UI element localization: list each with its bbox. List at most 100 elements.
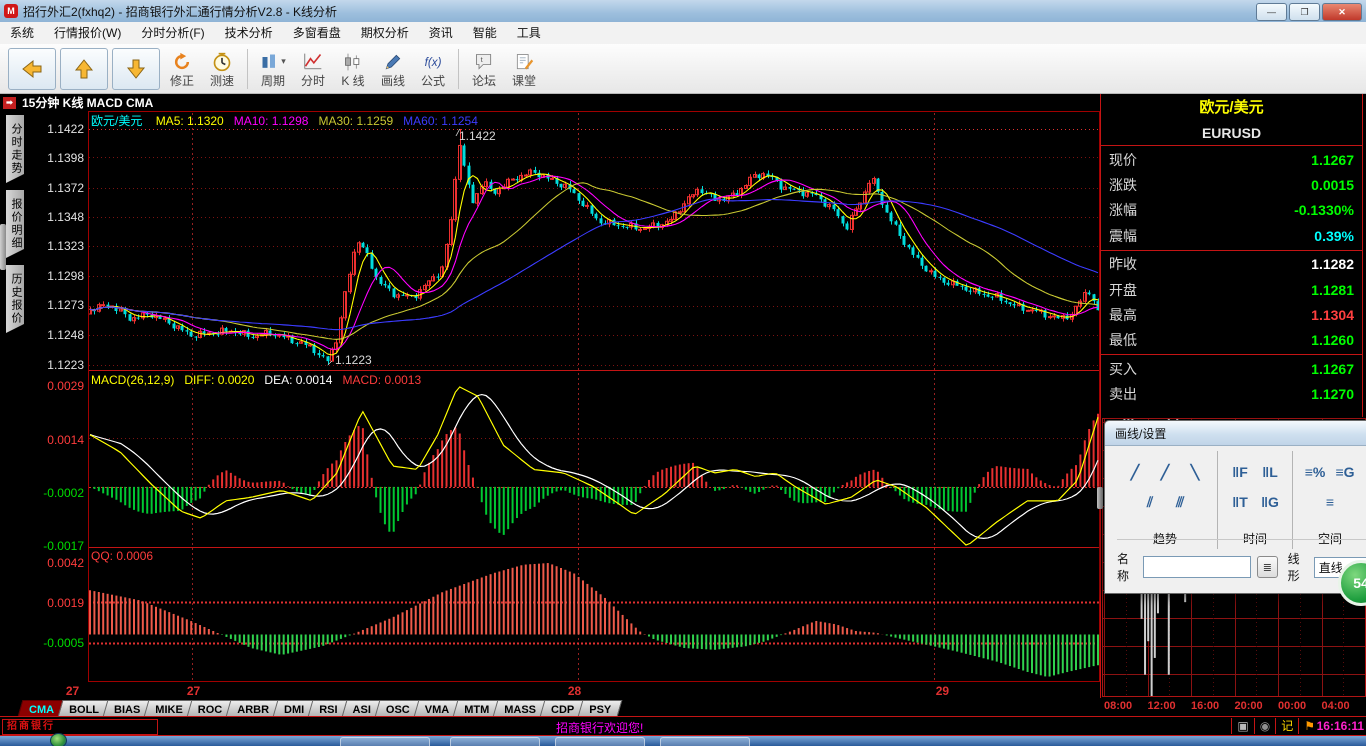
vbar-l-icon[interactable]: ‖L [1257,459,1283,485]
taskbar-button-1[interactable] [340,737,430,746]
toolbar-button-drawline[interactable]: 画线 [374,46,412,92]
note-icon[interactable]: 记 [1275,718,1298,734]
hline-g-icon[interactable]: ≡G [1332,459,1358,485]
hlines-icon[interactable]: ≡ [1317,489,1343,515]
clock-icon [212,50,232,74]
line-dot-icon[interactable]: ╱ [1152,459,1178,485]
toolbar-button-speed[interactable]: 测速 [203,46,241,92]
start-button[interactable] [50,733,67,746]
quote-row-3: 涨幅 -0.1330% [1101,198,1362,223]
toolbar-button-back[interactable] [8,47,56,90]
toolbar-button-down[interactable] [112,47,160,90]
quote-label: 涨跌 [1109,177,1137,194]
toolbar-button-label: K 线 [341,73,365,88]
window-title: 招行外汇2(fxhq2) - 招商银行外汇通行情分析V2.8 - K线分析 [23,4,338,19]
date-label-3: 28 [567,684,582,698]
menu-item-9[interactable]: 工具 [507,22,551,44]
menu-item-5[interactable]: 多窗看盘 [283,22,351,44]
tool-group-3: ≡% ≡G ≡ 空间 [1293,451,1366,549]
macd-legend-part-1: MACD(26,12,9) [91,373,175,387]
menu-item-7[interactable]: 资讯 [419,22,463,44]
toolbar-button-up[interactable] [60,47,108,90]
macd-legend-part-2: DIFF: 0.0020 [184,373,255,387]
indicator-tab-osc[interactable]: OSC [377,700,419,717]
indicator-tab-roc[interactable]: ROC [189,700,231,717]
hline-pct-icon[interactable]: ≡% [1302,459,1328,485]
taskbar-button-3[interactable] [555,737,645,746]
arrow-up-icon [72,57,96,81]
vbar-g-icon[interactable]: ‖G [1257,489,1283,515]
restore-button[interactable]: ❐ [1289,3,1320,21]
status-bar: 招商银行 招商银行欢迎您! ▣ ◉ 记 ⚑ 16:16:11 [0,716,1366,736]
macd-axis-label: -0.0002 [43,486,84,500]
quote-row-4: 震幅 0.39% [1101,223,1362,248]
indicator-tab-mtm[interactable]: MTM [455,700,498,717]
ma-legend-1: MA5: 1.1320 [155,114,224,128]
vbar-f-icon[interactable]: ‖F [1227,459,1253,485]
dialog-titlebar[interactable]: 画线/设置 [1105,421,1366,446]
menu-item-6[interactable]: 期权分析 [351,22,419,44]
quote-label: 最低 [1109,332,1137,349]
indicator-tab-arbr[interactable]: ARBR [228,700,278,717]
toolbar-button-forum[interactable]: t 论坛 [465,46,503,92]
toolbar-button-kline[interactable]: K 线 [334,46,372,92]
parallel3-icon[interactable]: ⫻ [1167,489,1193,515]
quote-value: 1.1267 [1311,151,1354,168]
menu-item-4[interactable]: 技术分析 [215,22,283,44]
line-seg-icon[interactable]: ╲ [1182,459,1208,485]
macd-legend-part-4: MACD: 0.0013 [342,373,422,387]
shape-name-input[interactable] [1143,556,1252,578]
price-axis-label: 1.1248 [47,328,84,342]
toolbar-button-minute[interactable]: 分时 [294,46,332,92]
toolbar-button-label: 测速 [209,73,234,88]
pencil-icon [383,50,403,74]
right-splitter-handle[interactable] [1097,487,1103,509]
clipboard-list-button[interactable]: ≣ [1257,556,1278,578]
toolbar-separator [458,48,459,89]
toolbar-button-label: 分时 [300,73,325,88]
indicator-tab-psy[interactable]: PSY [580,700,620,717]
indicator-tab-boll[interactable]: BOLL [60,700,108,717]
line-icon[interactable]: ╱ [1122,459,1148,485]
indicator-tab-mike[interactable]: MIKE [146,700,192,717]
taskbar-button-2[interactable] [450,737,540,746]
undo-icon [172,50,192,74]
price-axis-label: 1.1223 [47,358,84,372]
toolbar-button-formula[interactable]: f(x) 公式 [414,46,452,92]
menu-item-2[interactable]: 行情报价(W) [44,22,131,44]
dropdown-arrow-icon: ▾ [281,56,286,66]
parallel2-icon[interactable]: ⫽ [1137,489,1163,515]
main-chart-legend: 欧元/美元 MA5: 1.1320 MA10: 1.1298 MA30: 1.125… [91,112,488,129]
clock-time: 16:16:11 [1316,719,1364,733]
menu-item-1[interactable]: 系统 [0,22,44,44]
qq-legend: QQ: 0.0006 [91,549,154,563]
toolbar-button-label: 修正 [169,73,194,88]
macd-legend-part-3: DEA: 0.0014 [264,373,333,387]
minimize-button[interactable]: — [1256,3,1287,21]
trough-price-annotation: 1.1223 [335,353,372,367]
quote-symbol-code: EURUSD [1201,125,1262,141]
vbar-t-icon[interactable]: ‖T [1227,489,1253,515]
toolbar-button-label: 论坛 [471,73,496,88]
collapse-arrow-icon[interactable]: ➡ [3,96,16,109]
indicator-tab-vma[interactable]: VMA [416,700,458,717]
kline-macd-chart-canvas[interactable] [88,111,1100,682]
toolbar-separator [247,48,248,89]
menu-item-8[interactable]: 智能 [463,22,507,44]
price-axis-label: 1.1372 [47,181,84,195]
indicator-tab-bias[interactable]: BIAS [105,700,149,717]
quote-value: 1.1270 [1311,386,1354,403]
menu-item-3[interactable]: 分时分析(F) [131,22,214,44]
price-axis-label: 1.1348 [47,210,84,224]
indicator-tab-cma[interactable]: CMA [20,700,63,717]
computer-icon[interactable]: ▣ [1231,718,1253,734]
left-splitter-handle[interactable] [0,224,6,270]
alarm-icon[interactable]: ◉ [1253,718,1275,734]
toolbar-button-classroom[interactable]: 课堂 [505,46,543,92]
close-button[interactable]: ✕ [1322,3,1362,21]
taskbar-button-4[interactable] [660,737,750,746]
toolbar-button-period[interactable]: ▾ 周期 [254,46,292,92]
toolbar-button-correct[interactable]: 修正 [163,46,201,92]
drawing-tool-groups: ╱╱╲⫽⫻趋势‖F‖L‖T‖G时间≡%≡G≡空间▢◎▦◯其他 [1113,451,1366,549]
indicator-tab-mass[interactable]: MASS [495,700,545,717]
